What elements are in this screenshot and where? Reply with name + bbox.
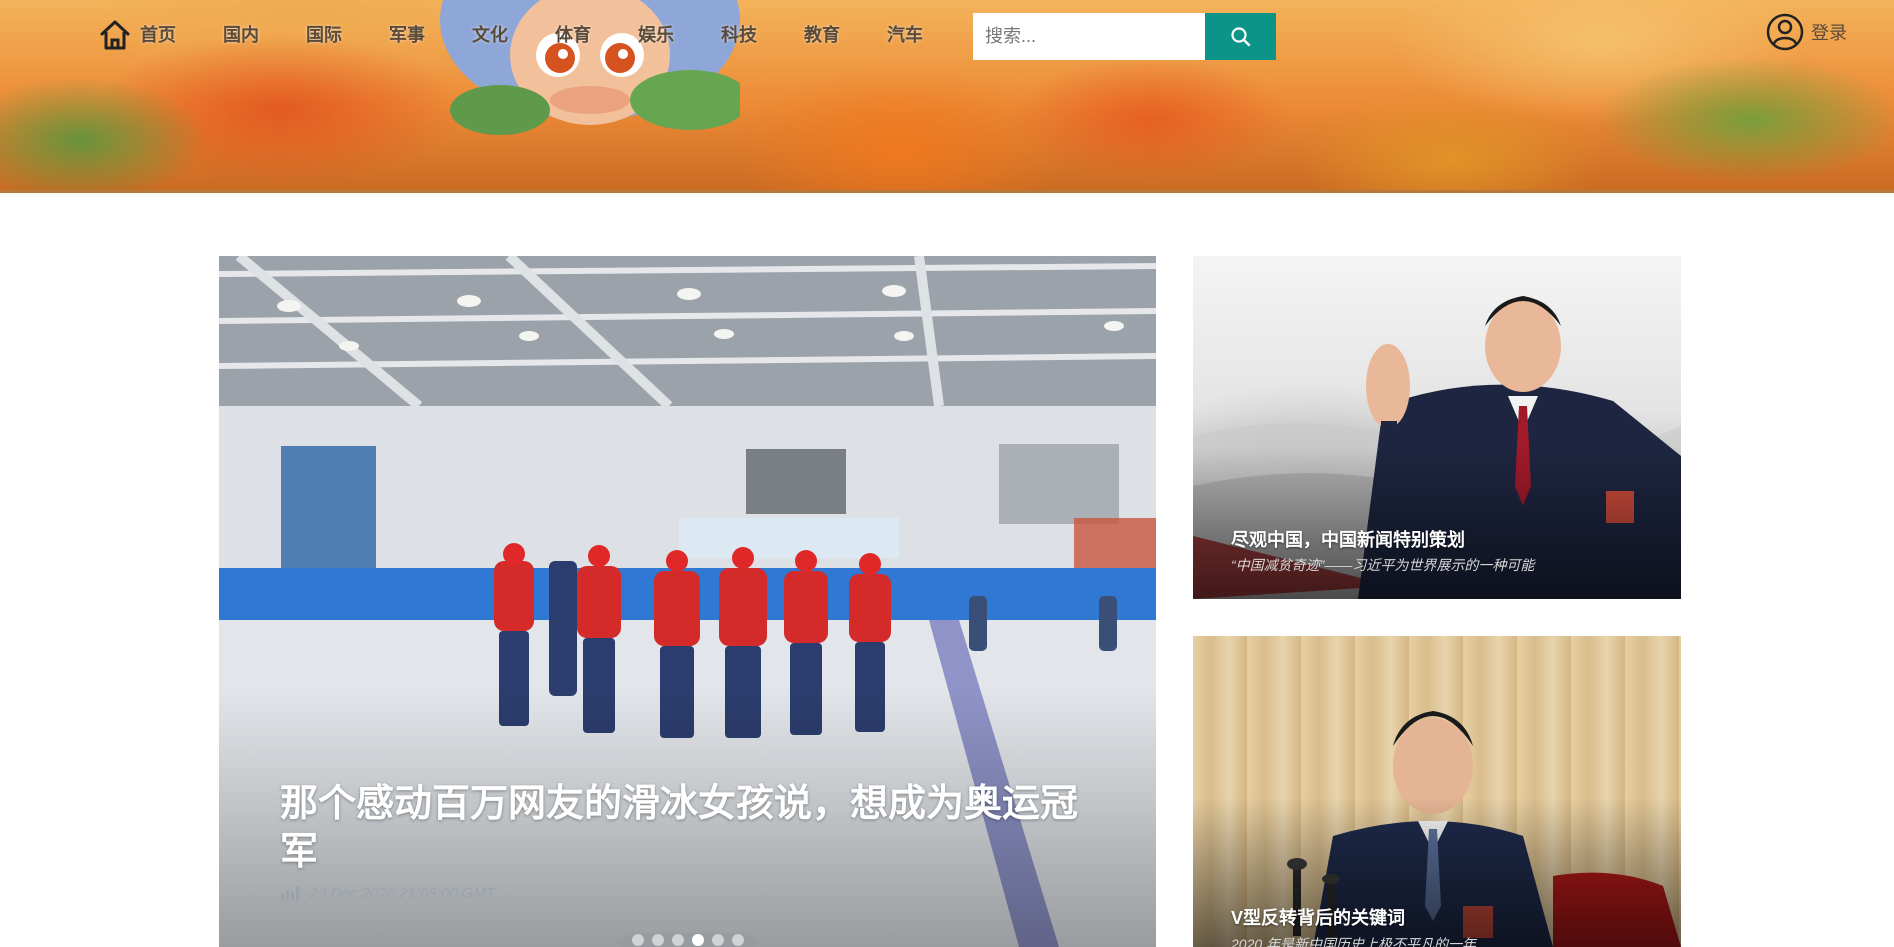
slide-dot[interactable] [632,934,644,946]
card-1-title[interactable]: 尽观中国，中国新闻特别策划 [1231,526,1465,552]
user-icon [1766,13,1804,51]
news-card-1[interactable]: 尽观中国，中国新闻特别策划 “中国减贫奇迹”——习近平为世界展示的一种可能 [1193,256,1681,599]
card-1-shade [1193,449,1681,599]
nav-item-home[interactable]: 首页 [140,18,176,52]
card-2-title[interactable]: V型反转背后的关键词 [1231,904,1405,930]
hero-date: 23 Dec 2020 21:05:00 GMT [310,884,496,902]
news-card-2[interactable]: V型反转背后的关键词 2020 年是新中国历史上极不平凡的一年 [1193,636,1681,947]
login-link[interactable]: 登录 [1765,12,1847,52]
login-label: 登录 [1811,23,1847,43]
slide-dot[interactable] [652,934,664,946]
search-input[interactable] [973,13,1205,60]
hero-meta: 23 Dec 2020 21:05:00 GMT [280,884,495,902]
hero-slide[interactable]: 那个感动百万网友的滑冰女孩说，想成为奥运冠军 23 Dec 2020 21:05… [219,256,1156,947]
card-1-subtitle: “中国减贫奇迹”——习近平为世界展示的一种可能 [1231,557,1535,573]
slide-dot[interactable] [732,934,744,946]
nav-item-culture[interactable]: 文化 [472,18,508,52]
nav-item-tech[interactable]: 科技 [721,18,757,52]
nav-item-military[interactable]: 军事 [389,18,425,52]
main-nav: 首页 国内 国际 军事 文化 体育 娱乐 科技 教育 汽车 [98,18,923,52]
nav-item-auto[interactable]: 汽车 [887,18,923,52]
nav-item-sports[interactable]: 体育 [555,18,591,52]
hero-title[interactable]: 那个感动百万网友的滑冰女孩说，想成为奥运冠军 [280,780,1080,876]
header-banner: 首页 国内 国际 军事 文化 体育 娱乐 科技 教育 汽车 登录 [0,0,1894,193]
search-bar [973,13,1276,60]
slide-dot[interactable] [692,934,704,946]
search-button[interactable] [1205,13,1276,60]
chart-icon [281,886,299,901]
card-2-subtitle: 2020 年是新中国历史上极不平凡的一年 [1231,936,1477,947]
nav-item-domestic[interactable]: 国内 [223,18,259,52]
nav-item-education[interactable]: 教育 [804,18,840,52]
nav-item-entertainment[interactable]: 娱乐 [638,18,674,52]
slide-indicators [621,933,755,947]
search-icon [1230,26,1250,46]
nav-item-international[interactable]: 国际 [306,18,342,52]
slide-dot[interactable] [712,934,724,946]
slide-dot[interactable] [672,934,684,946]
home-icon[interactable] [98,18,132,52]
